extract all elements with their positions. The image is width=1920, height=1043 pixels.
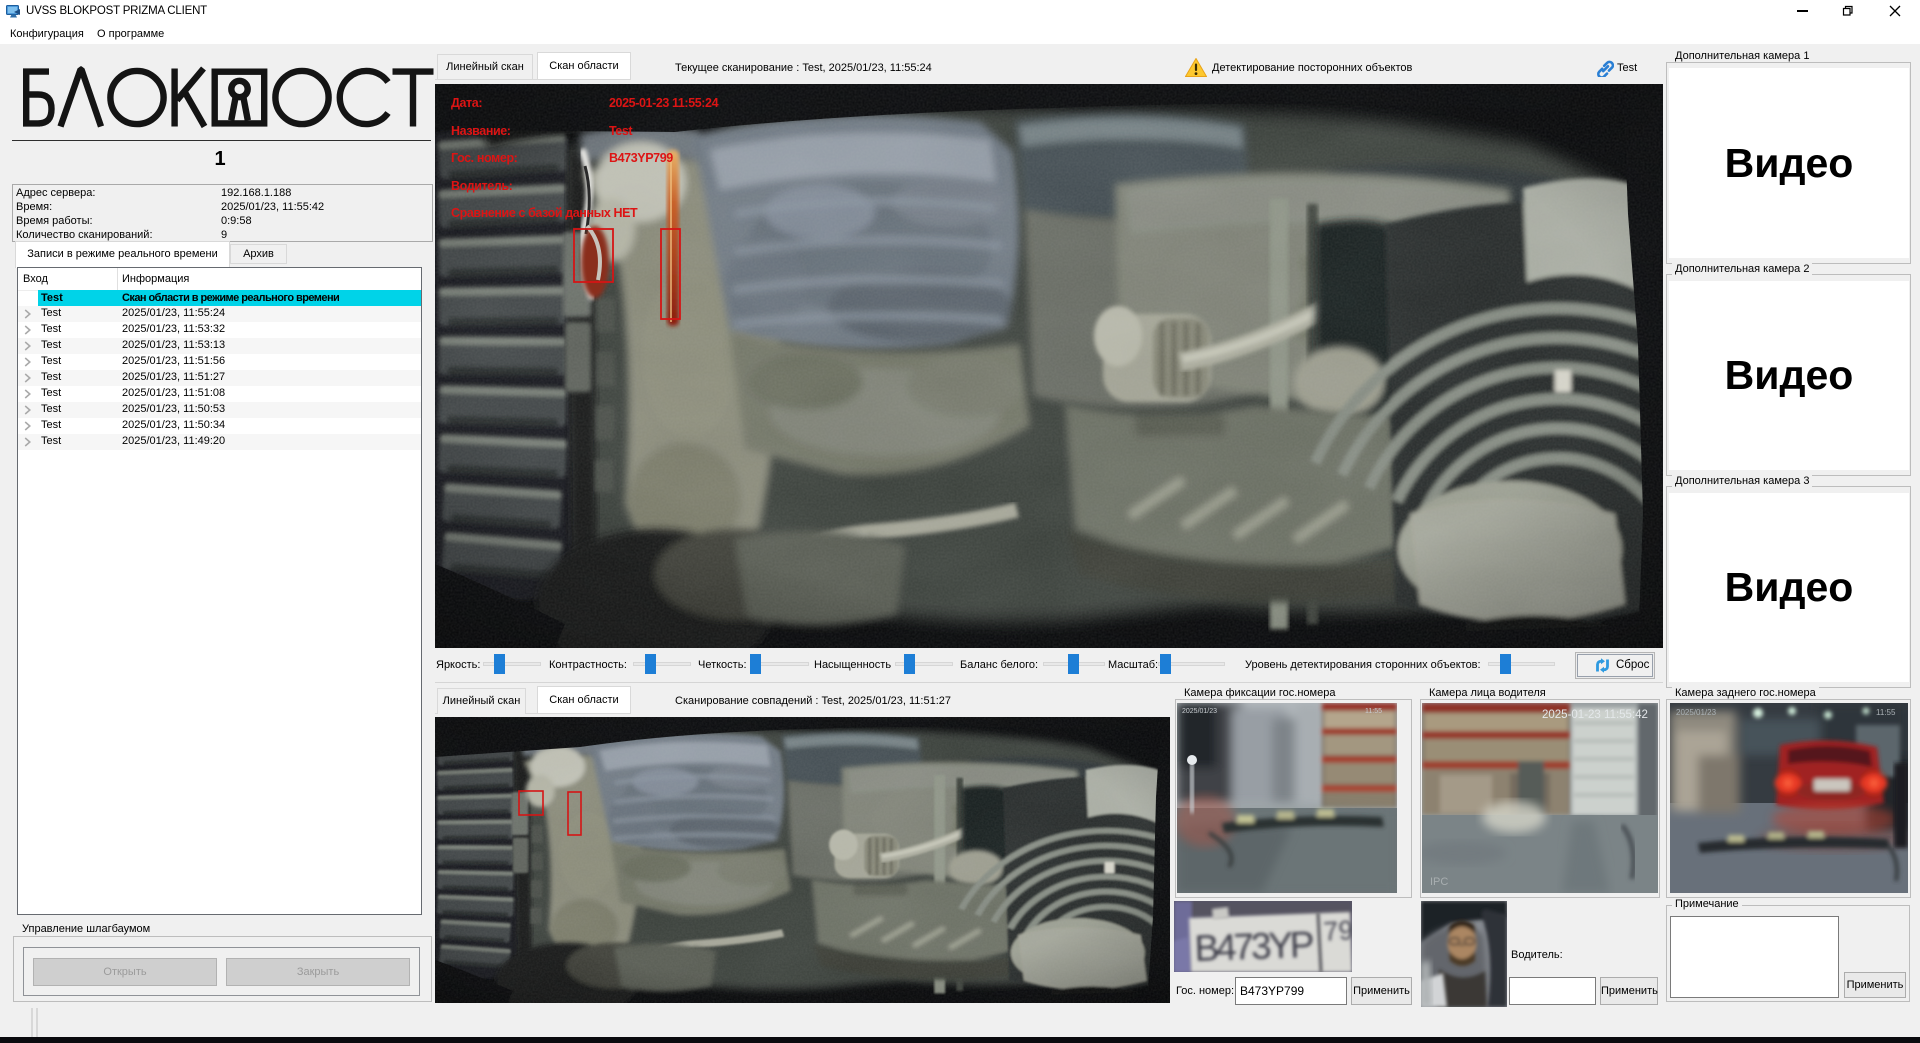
svg-text:11:55: 11:55 — [1365, 708, 1382, 715]
svg-text:2025/01/23: 2025/01/23 — [1182, 708, 1217, 715]
svg-text:79: 79 — [1322, 915, 1352, 947]
svg-text:2025-01-23 11:55:24: 2025-01-23 11:55:24 — [609, 96, 719, 110]
svg-text:2025-01-23 11:55:42: 2025-01-23 11:55:42 — [1542, 709, 1648, 721]
svg-text:Test: Test — [609, 124, 633, 138]
svg-text:Водитель:: Водитель: — [451, 179, 512, 193]
svg-text:Дата:: Дата: — [451, 96, 482, 110]
svg-text:Сравнение с базой данных НЕТ: Сравнение с базой данных НЕТ — [451, 206, 638, 220]
svg-text:Гос. номер:: Гос. номер: — [451, 151, 517, 165]
svg-text:Название:: Название: — [451, 124, 511, 138]
svg-text:2025/01/23: 2025/01/23 — [1676, 708, 1717, 717]
svg-text:IPC: IPC — [1430, 876, 1448, 888]
svg-text:11:55: 11:55 — [1876, 708, 1896, 717]
svg-text:B473YP799: B473YP799 — [609, 151, 673, 165]
svg-text:B473YP: B473YP — [1194, 924, 1315, 969]
